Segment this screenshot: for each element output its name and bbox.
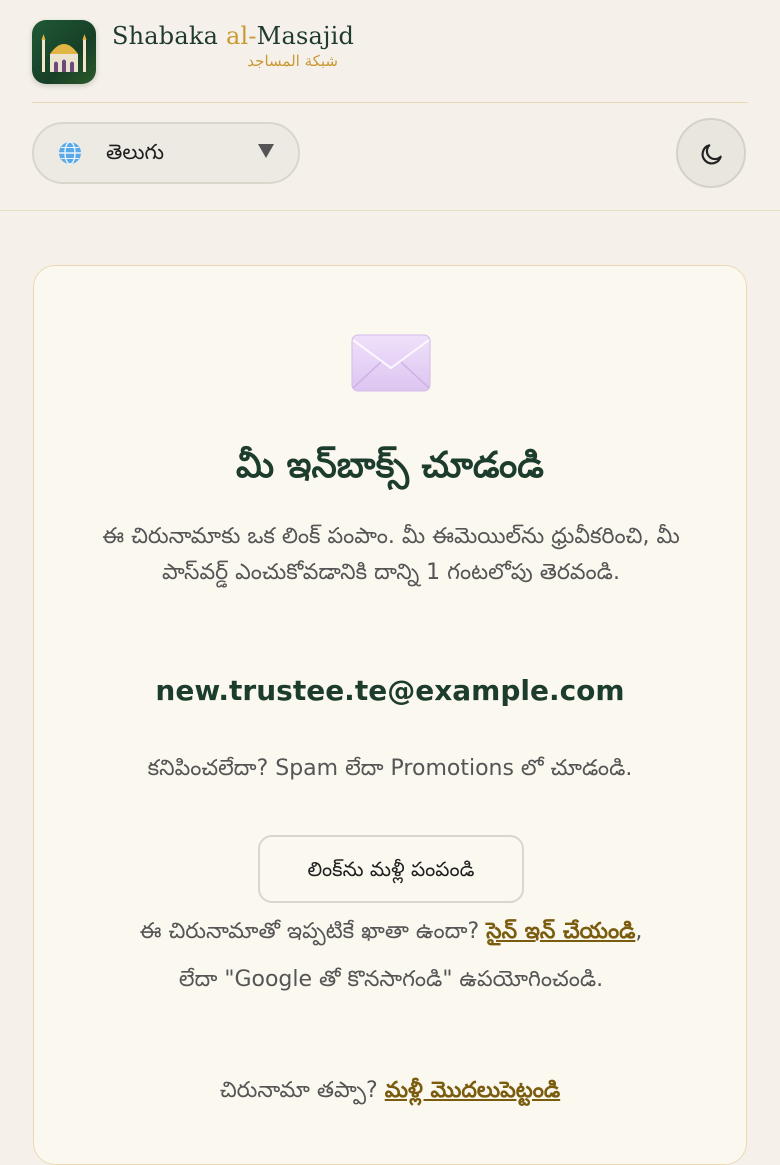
sign-in-prefix: ఈ చిరునామాతో ఇప్పటికే ఖాతా ఉందా?: [139, 919, 487, 944]
brand-name: Shabaka al-Masajid: [112, 22, 355, 50]
restart-prefix: చిరునామా తప్పా?: [219, 1078, 385, 1103]
envelope-icon: [351, 334, 431, 396]
theme-toggle-button[interactable]: [676, 118, 746, 188]
language-select[interactable]: తెలుగు: [32, 122, 300, 184]
spam-hint: కనిపించలేదా? Spam లేదా Promotions లో చూడ…: [147, 756, 633, 781]
globe-icon: [58, 141, 82, 165]
email-address: new.trustee.te@example.com: [155, 674, 625, 707]
check-inbox-card: మీ ఇన్‌బాక్స్ చూడండి ఈ చిరునామాకు ఒక లిం…: [33, 265, 747, 1165]
sign-in-link[interactable]: సైన్ ఇన్ చేయండి: [486, 919, 635, 944]
app-header: Shabaka al-Masajid شبكة المساجد: [32, 18, 748, 103]
sign-in-note: ఈ చిరునామాతో ఇప్పటికే ఖాతా ఉందా? సైన్ ఇన…: [134, 908, 648, 1004]
brand[interactable]: Shabaka al-Masajid شبكة المساجد: [112, 22, 354, 70]
toolbar: తెలుగు: [0, 102, 780, 211]
mosque-icon[interactable]: [32, 20, 96, 84]
resend-link-button[interactable]: లింక్‌ను మళ్లీ పంపండి: [258, 835, 524, 903]
instructions-text: ఈ చిరునామాకు ఒక లింక్ పంపాం. మీ ఈమెయిల్‌…: [102, 524, 680, 585]
restart-link[interactable]: మళ్లీ మొదలుపెట్టండి: [385, 1078, 560, 1103]
language-label: తెలుగు: [106, 140, 165, 164]
restart-note: చిరునామా తప్పా? మళ్లీ మొదలుపెట్టండి: [34, 1078, 746, 1108]
page-title: మీ ఇన్‌బాక్స్ చూడండి: [236, 444, 544, 486]
brand-arabic-name: شبكة المساجد: [247, 52, 338, 70]
chevron-down-icon: [258, 144, 274, 158]
